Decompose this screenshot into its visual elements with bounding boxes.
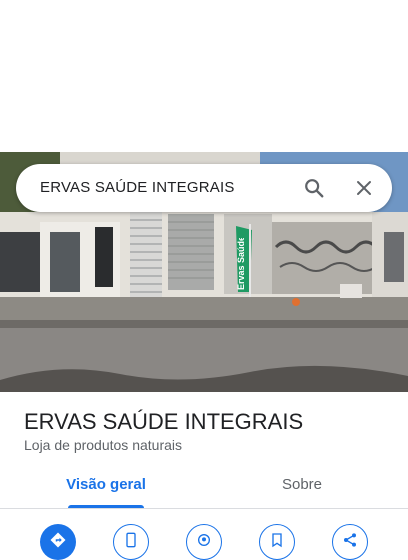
share-button[interactable] bbox=[332, 524, 368, 560]
storefront-banner-text: Ervas Saúde bbox=[236, 238, 246, 290]
close-icon[interactable] bbox=[352, 176, 376, 200]
nearby-button[interactable] bbox=[186, 524, 222, 560]
directions-button[interactable] bbox=[40, 524, 76, 560]
tab-about[interactable]: Sobre bbox=[252, 476, 352, 504]
search-bar[interactable]: ERVAS SAÚDE INTEGRAIS bbox=[16, 164, 392, 212]
call-button[interactable] bbox=[113, 524, 149, 560]
phone-icon bbox=[123, 532, 139, 553]
save-icon bbox=[269, 532, 285, 553]
tabs-divider bbox=[0, 508, 408, 509]
place-category[interactable]: Loja de produtos naturais bbox=[24, 437, 182, 453]
blank-top-area bbox=[0, 0, 408, 152]
place-title: ERVAS SAÚDE INTEGRAIS bbox=[24, 409, 304, 434]
search-icon[interactable] bbox=[302, 176, 326, 200]
search-query-text[interactable]: ERVAS SAÚDE INTEGRAIS bbox=[40, 179, 235, 196]
directions-icon bbox=[49, 531, 67, 554]
tab-overview[interactable]: Visão geral bbox=[56, 476, 156, 504]
share-icon bbox=[342, 532, 358, 553]
location-icon bbox=[196, 532, 212, 553]
save-button[interactable] bbox=[259, 524, 295, 560]
